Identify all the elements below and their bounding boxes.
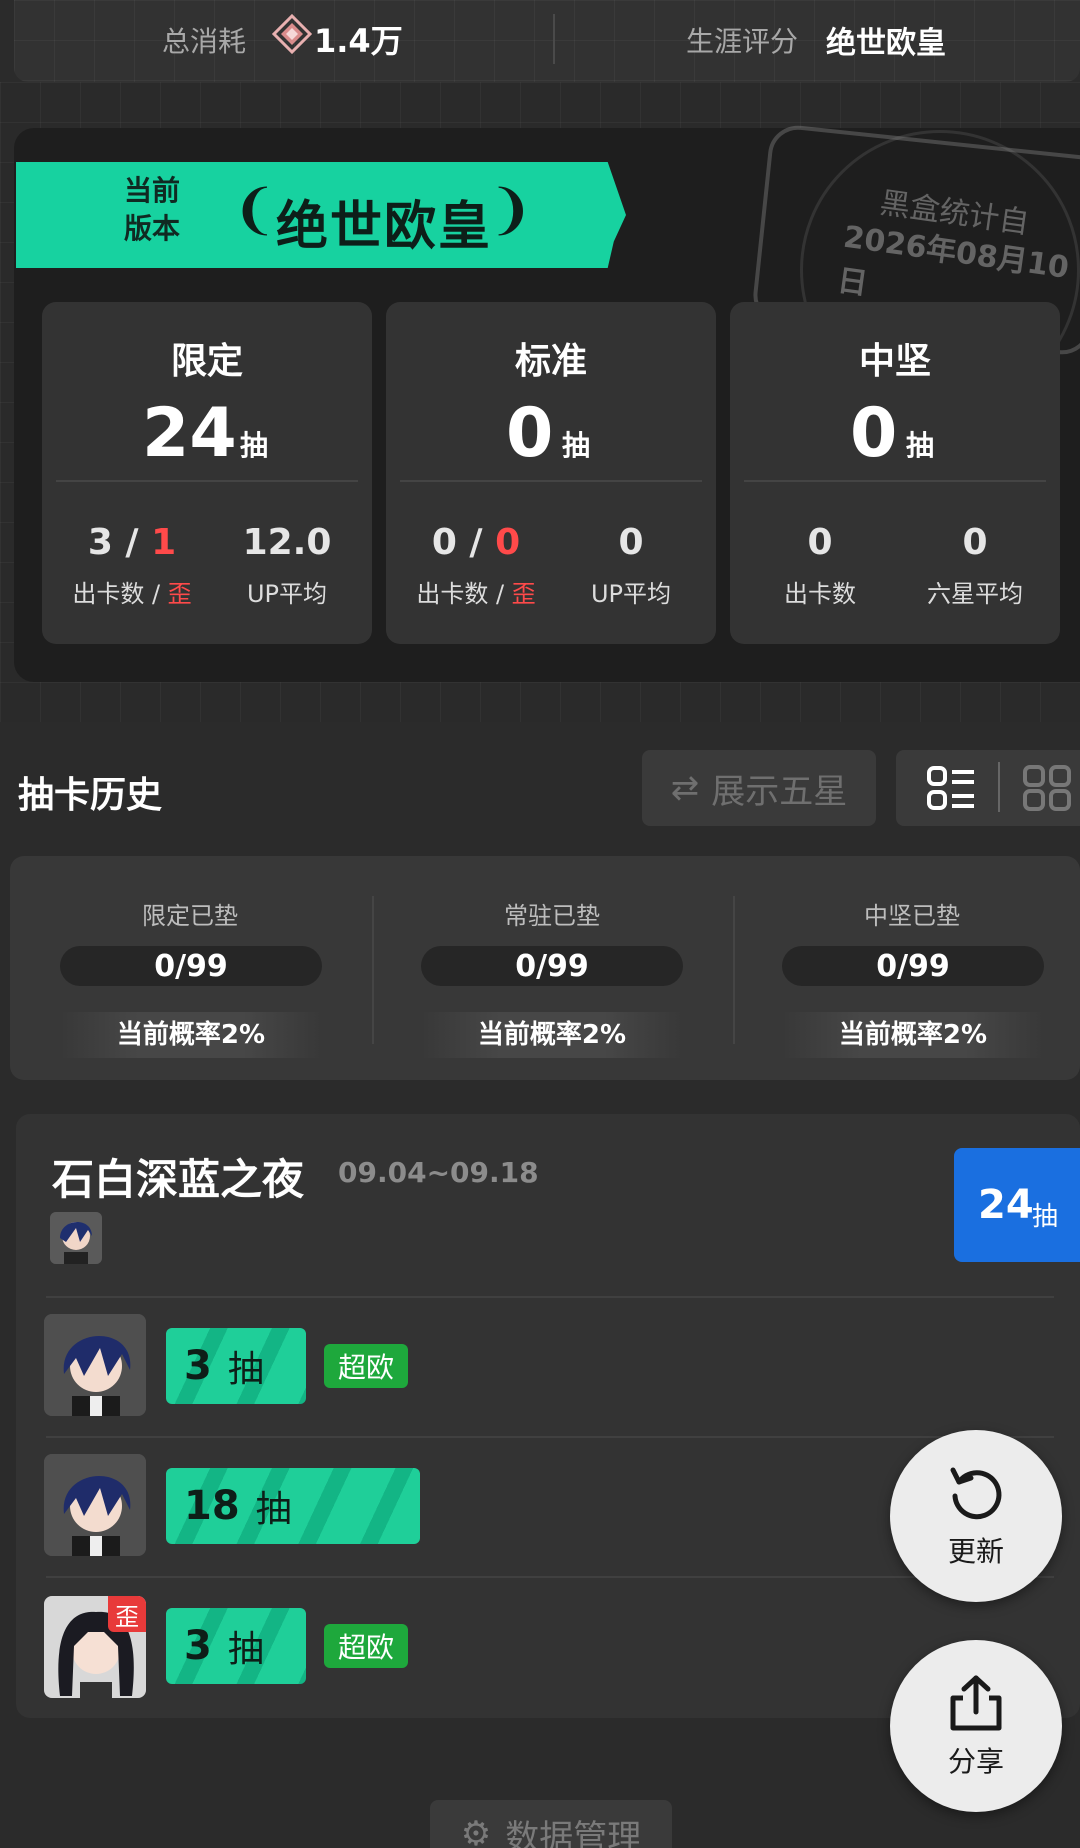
stat-unit: 抽 [906, 429, 935, 462]
banner-name: 石白深蓝之夜 [52, 1155, 305, 1204]
grid-view-icon[interactable] [1022, 764, 1072, 812]
stat-cards-value: 0 [807, 522, 833, 563]
summary-divider [553, 14, 555, 64]
row-divider [46, 1436, 1054, 1438]
stat-six-star-avg-value: 0 [962, 522, 988, 563]
pity-label-limited: 限定已垫 [142, 902, 238, 930]
currency-icon [271, 13, 313, 55]
pity-rate-limited: 当前概率2% [60, 1012, 322, 1058]
stat-unit: 抽 [240, 429, 269, 462]
share-button[interactable]: 分享 [890, 1640, 1062, 1812]
row-divider [46, 1576, 1054, 1578]
stat-title: 中坚 [858, 341, 931, 382]
stat-cards-label: 出卡数 / 歪 [72, 580, 192, 608]
luck-tag: 超欧 [324, 1624, 408, 1668]
refresh-icon [950, 1467, 1002, 1520]
history-title: 抽卡历史 [18, 775, 163, 816]
current-rating: 绝世欧皇 [276, 197, 493, 257]
pity-label-standard: 常驻已垫 [504, 902, 600, 930]
stat-cards-value: 0 / 0 [431, 522, 521, 563]
banner-character-avatar [50, 1212, 102, 1264]
pity-value-core: 0/99 [782, 946, 1044, 986]
pull-count-bar: 18 抽 [166, 1468, 420, 1544]
pity-rate-standard: 当前概率2% [421, 1012, 683, 1058]
row-divider [46, 1296, 1054, 1298]
stat-up-avg-label: UP平均 [590, 580, 672, 608]
stat-card-limited[interactable]: 限定 24 抽 3 / 1 出卡数 / 歪 12.0 UP平均 [42, 302, 372, 644]
laurel-left-icon: ❨ [232, 178, 278, 241]
pity-value-limited: 0/99 [60, 946, 322, 986]
pull-character-avatar [44, 1454, 146, 1556]
pity-label-core: 中坚已垫 [864, 902, 960, 930]
show-five-star-button[interactable]: ⇄ 展示五星 [642, 750, 876, 826]
stat-up-avg-value: 0 [618, 522, 644, 563]
laurel-right-icon: ❩ [488, 178, 534, 241]
stat-up-avg-value: 12.0 [242, 522, 332, 563]
swap-icon: ⇄ [670, 768, 700, 808]
stat-cards-label: 出卡数 / 歪 [416, 580, 536, 608]
stat-cards-label: 出卡数 [784, 580, 856, 608]
stat-title: 标准 [514, 341, 587, 382]
refresh-button[interactable]: 更新 [890, 1430, 1062, 1602]
stat-cards-value: 3 / 1 [87, 522, 177, 563]
pull-character-avatar [44, 1314, 146, 1416]
stat-count: 0 [506, 394, 554, 473]
pity-divider [372, 896, 374, 1044]
stat-up-avg-label: UP平均 [246, 580, 328, 608]
pity-value-standard: 0/99 [421, 946, 683, 986]
total-pulls-number: 24 [978, 1182, 1034, 1228]
current-version-label: 当前 版本 [124, 174, 181, 245]
pull-count-bar: 3 抽 [166, 1608, 306, 1684]
career-value: 绝世欧皇 [826, 26, 946, 61]
stat-count: 24 [142, 394, 237, 473]
total-cost-label: 总消耗 [162, 25, 247, 58]
pull-count-bar: 3 抽 [166, 1328, 306, 1404]
career-label: 生涯评分 [686, 25, 799, 58]
stat-divider [400, 480, 702, 482]
total-pulls-unit: 抽 [1032, 1202, 1059, 1232]
stat-divider [744, 480, 1046, 482]
pity-divider [733, 896, 735, 1044]
stat-card-standard[interactable]: 标准 0 抽 0 / 0 出卡数 / 歪 0 UP平均 [386, 302, 716, 644]
stat-divider [56, 480, 358, 482]
list-view-icon[interactable] [926, 764, 976, 812]
stat-title: 限定 [170, 341, 243, 382]
data-manage-button[interactable]: ⚙ 数据管理 [430, 1800, 672, 1848]
banner-date-range: 09.04~09.18 [338, 1156, 539, 1189]
total-cost-value: 1.4万 [314, 22, 403, 60]
stat-six-star-avg-label: 六星平均 [927, 580, 1023, 608]
stat-card-core[interactable]: 中坚 0 抽 0 出卡数 0 六星平均 [730, 302, 1060, 644]
luck-tag: 超欧 [324, 1344, 408, 1388]
share-icon [950, 1675, 1002, 1731]
pity-rate-core: 当前概率2% [782, 1012, 1044, 1058]
stat-unit: 抽 [562, 429, 591, 462]
gear-icon: ⚙ [460, 1814, 492, 1848]
stat-count: 0 [850, 394, 898, 473]
view-toggle-divider [998, 762, 1000, 812]
off-banner-tag: 歪 [108, 1596, 146, 1632]
